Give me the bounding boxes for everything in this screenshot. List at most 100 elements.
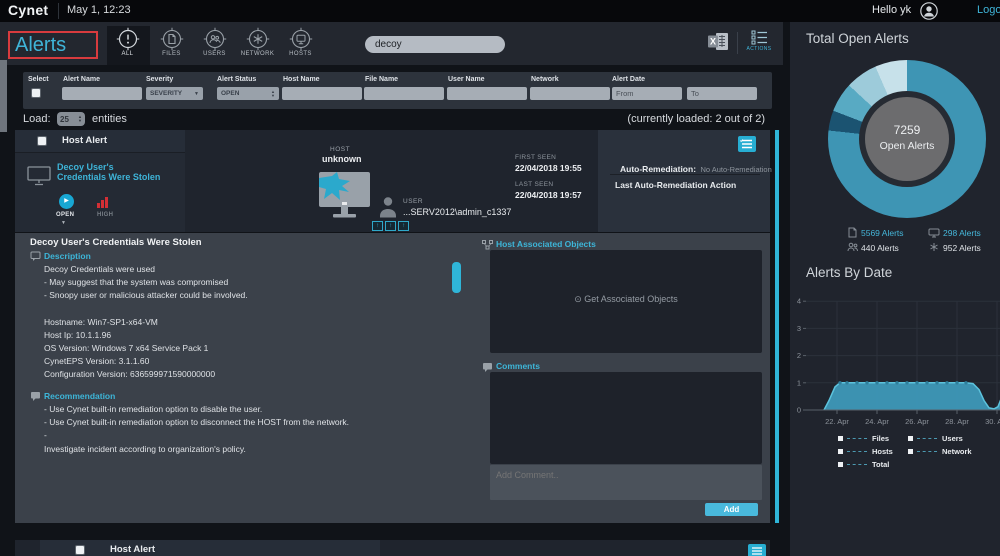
description-scrollbar-thumb[interactable] xyxy=(452,262,461,293)
legend-label: Total xyxy=(872,460,889,469)
next-alert-header: Host Alert xyxy=(40,540,380,556)
filter-select-label: Select xyxy=(28,76,49,83)
legend-checkbox[interactable] xyxy=(908,436,913,441)
get-associated-objects-button[interactable]: ⊙ Get Associated Objects xyxy=(490,294,762,305)
topbar-greeting: Hello yk xyxy=(872,4,911,16)
file-name-input[interactable] xyxy=(364,87,444,100)
avatar[interactable] xyxy=(920,2,938,20)
load-count-value: 25 xyxy=(60,115,69,124)
filter-user-name-label: User Name xyxy=(448,76,485,83)
tab-network[interactable]: NETWORK xyxy=(236,27,279,65)
recommendation-line: - Use Cynet built-in remediation option … xyxy=(44,417,349,427)
filter-date-label: Alert Date xyxy=(612,76,645,83)
tab-files[interactable]: FILES xyxy=(150,27,193,65)
alert-select-checkbox[interactable] xyxy=(37,136,47,146)
load-label: Load: xyxy=(23,113,51,125)
alert-card-left: Host Alert Decoy User's Credentials Were… xyxy=(15,130,185,232)
date-from-input[interactable] xyxy=(612,87,682,100)
legend-item-files[interactable]: Files xyxy=(838,434,889,443)
host-value: unknown xyxy=(322,154,362,164)
recommendation-bubble-icon xyxy=(30,391,41,402)
user-name-input[interactable] xyxy=(447,87,527,100)
network-circle-icon xyxy=(236,27,279,51)
legend-label: Users xyxy=(942,434,963,443)
legend-item-total[interactable]: Total xyxy=(838,460,889,469)
date-to-input[interactable] xyxy=(687,87,757,100)
user-value: ...SERV2012\admin_c1337 xyxy=(403,207,511,217)
alert-status-dropdown[interactable]: OPEN ▲▼ xyxy=(217,87,279,100)
tab-all[interactable]: ALL xyxy=(106,27,149,65)
legend-item-users[interactable]: Users xyxy=(908,434,963,443)
svg-text:1: 1 xyxy=(797,378,801,387)
stepper-arrows-icon: ▲▼ xyxy=(271,90,275,98)
legend-dash-line xyxy=(917,438,937,439)
filter-network-label: Network xyxy=(531,76,559,83)
next-alert-checkbox[interactable] xyxy=(75,545,85,555)
legend-checkbox[interactable] xyxy=(838,462,843,467)
search-input[interactable] xyxy=(365,36,505,53)
actions-button[interactable]: ACTIONS xyxy=(744,30,774,58)
hierarchy-icon xyxy=(482,240,493,250)
alerts-by-date-chart: 22. Apr24. Apr26. Apr28. Apr30. Apr01234 xyxy=(790,292,1000,430)
tab-hosts[interactable]: HOSTS xyxy=(279,27,322,65)
tab-all-label: ALL xyxy=(106,51,149,57)
infected-host-illustration xyxy=(318,172,372,224)
recommendation-line: - xyxy=(44,430,47,440)
network-stat-icon xyxy=(929,242,939,252)
add-comment-textarea[interactable] xyxy=(490,465,762,500)
alert-type-label: Host Alert xyxy=(62,135,107,146)
alert-title-link[interactable]: Decoy User's Credentials Were Stolen xyxy=(57,162,160,182)
last-seen-value: 22/04/2018 19:57 xyxy=(515,190,582,200)
actions-list-icon xyxy=(744,30,774,45)
total-open-alerts-title: Total Open Alerts xyxy=(806,31,909,46)
detail-scroll-accent[interactable] xyxy=(775,130,779,523)
logout-link[interactable]: Logout xyxy=(977,4,1000,16)
host-name-input[interactable] xyxy=(282,87,362,100)
network-input[interactable] xyxy=(530,87,610,100)
legend-dash-line xyxy=(917,451,937,452)
topbar-divider-2 xyxy=(737,32,738,54)
tab-users[interactable]: USERS xyxy=(193,27,236,65)
tab-network-label: NETWORK xyxy=(236,51,279,57)
filter-severity-label: Severity xyxy=(146,76,173,83)
first-seen-label: FIRST SEEN xyxy=(515,154,556,161)
host-info-line: OS Version: Windows 7 x64 Service Pack 1 xyxy=(44,343,208,353)
severity-dropdown[interactable]: SEVERITY ▼ xyxy=(146,87,203,100)
detail-title: Decoy User's Credentials Were Stolen xyxy=(30,237,202,248)
svg-text:2: 2 xyxy=(797,351,801,360)
filter-status-label: Alert Status xyxy=(217,76,256,83)
next-alert-actions-icon[interactable] xyxy=(748,544,766,556)
tab-hosts-label: HOSTS xyxy=(279,51,322,57)
up-arrow-icon: ↑ xyxy=(372,221,383,231)
alerts-title-box: Alerts xyxy=(8,31,98,59)
auto-remediation-value: No Auto-Remediation xyxy=(700,165,771,174)
alert-card-header: Host Alert xyxy=(15,130,185,153)
host-info-line: Configuration Version: 63659997159000000… xyxy=(44,369,215,379)
legend-checkbox[interactable] xyxy=(838,449,843,454)
svg-text:X: X xyxy=(710,37,716,47)
actions-label: ACTIONS xyxy=(744,46,774,52)
remediation-actions-icon[interactable] xyxy=(738,136,756,152)
alerts-by-date-title: Alerts By Date xyxy=(806,265,892,280)
add-comment-button[interactable]: Add xyxy=(705,503,758,516)
legend-item-hosts[interactable]: Hosts xyxy=(838,447,893,456)
status-dropdown-caret[interactable]: ▼ xyxy=(61,220,66,226)
associated-objects-header: Host Associated Objects xyxy=(496,239,596,249)
description-line: Decoy Credentials were used xyxy=(44,264,155,274)
topbar-divider xyxy=(58,3,59,19)
description-line: - May suggest that the system was compro… xyxy=(44,277,228,287)
legend-checkbox[interactable] xyxy=(838,436,843,441)
file-circle-icon xyxy=(150,27,193,51)
legend-item-network[interactable]: Network xyxy=(908,447,972,456)
users-stat-icon xyxy=(847,242,859,252)
legend-checkbox[interactable] xyxy=(908,449,913,454)
legend-dash-line xyxy=(847,464,867,465)
up-arrow-icon: ↑ xyxy=(385,221,396,231)
alert-name-input[interactable] xyxy=(62,87,142,100)
excel-export-button[interactable]: X xyxy=(707,32,729,51)
load-count-stepper[interactable]: 25 ▲▼ xyxy=(57,112,85,126)
page-title: Alerts xyxy=(10,33,96,57)
filter-select-checkbox[interactable] xyxy=(31,88,41,98)
host-info-line: Host Ip: 10.1.1.96 xyxy=(44,330,111,340)
host-label: HOST xyxy=(330,146,350,153)
